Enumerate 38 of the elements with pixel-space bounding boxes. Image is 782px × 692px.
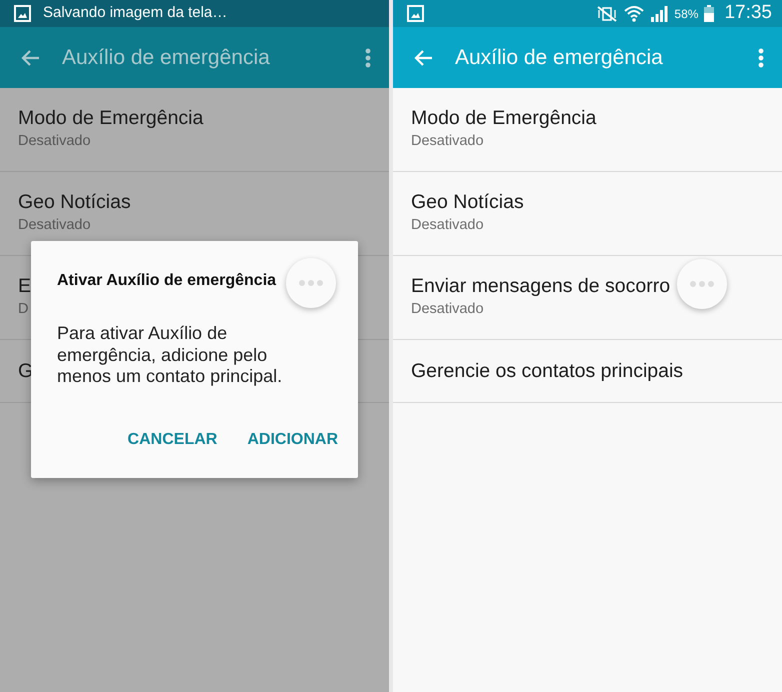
item-status: Desativado xyxy=(411,132,484,151)
item-title: E xyxy=(18,274,32,299)
battery-icon xyxy=(704,5,714,22)
settings-item[interactable]: Geo Notícias Desativado xyxy=(393,172,782,256)
item-status: Desativado xyxy=(411,300,484,319)
dialog-title: Ativar Auxílio de emergência xyxy=(57,271,276,291)
item-title: Gerencie os contatos principais xyxy=(411,358,684,384)
signal-icon xyxy=(650,6,668,22)
item-status: Desativado xyxy=(411,216,484,235)
dots-icon xyxy=(298,279,324,287)
notification-text: Salvando imagem da tela… xyxy=(43,3,228,24)
item-title: G xyxy=(18,358,34,384)
item-title: Geo Notícias xyxy=(411,190,524,215)
more-options-icon[interactable] xyxy=(758,48,764,68)
item-title: Modo de Emergência xyxy=(411,106,596,131)
more-options-icon[interactable] xyxy=(365,48,371,68)
gallery-icon xyxy=(407,5,424,22)
wifi-icon xyxy=(624,4,644,22)
back-arrow-icon[interactable] xyxy=(20,48,40,66)
item-title: Geo Notícias xyxy=(18,190,131,215)
status-time: 17:35 xyxy=(724,1,772,26)
gallery-icon xyxy=(14,5,31,22)
item-status: Desativado xyxy=(18,132,91,151)
settings-item[interactable]: Gerencie os contatos principais xyxy=(393,340,782,403)
dots-icon xyxy=(689,280,715,288)
settings-item[interactable]: Modo de Emergência Desativado xyxy=(0,88,389,172)
item-title: Enviar mensagens de socorro xyxy=(411,274,670,299)
dialog-message: Para ativar Auxílio de emergência, adicione pelo menos um contato principal. xyxy=(57,323,284,388)
screen-title: Auxílio de emergência xyxy=(62,44,271,71)
item-title: Modo de Emergência xyxy=(18,106,204,131)
screen-title: Auxílio de emergência xyxy=(455,44,664,71)
dialog-button[interactable]: ADICIONAR xyxy=(243,424,342,456)
settings-item[interactable]: Modo de Emergência Desativado xyxy=(393,88,782,172)
dialog-button[interactable]: CANCELAR xyxy=(124,424,222,456)
item-status: D xyxy=(18,300,28,319)
vibrate-mute-icon xyxy=(596,6,618,22)
battery-percent: 58% xyxy=(674,6,698,22)
item-status: Desativado xyxy=(18,216,91,235)
